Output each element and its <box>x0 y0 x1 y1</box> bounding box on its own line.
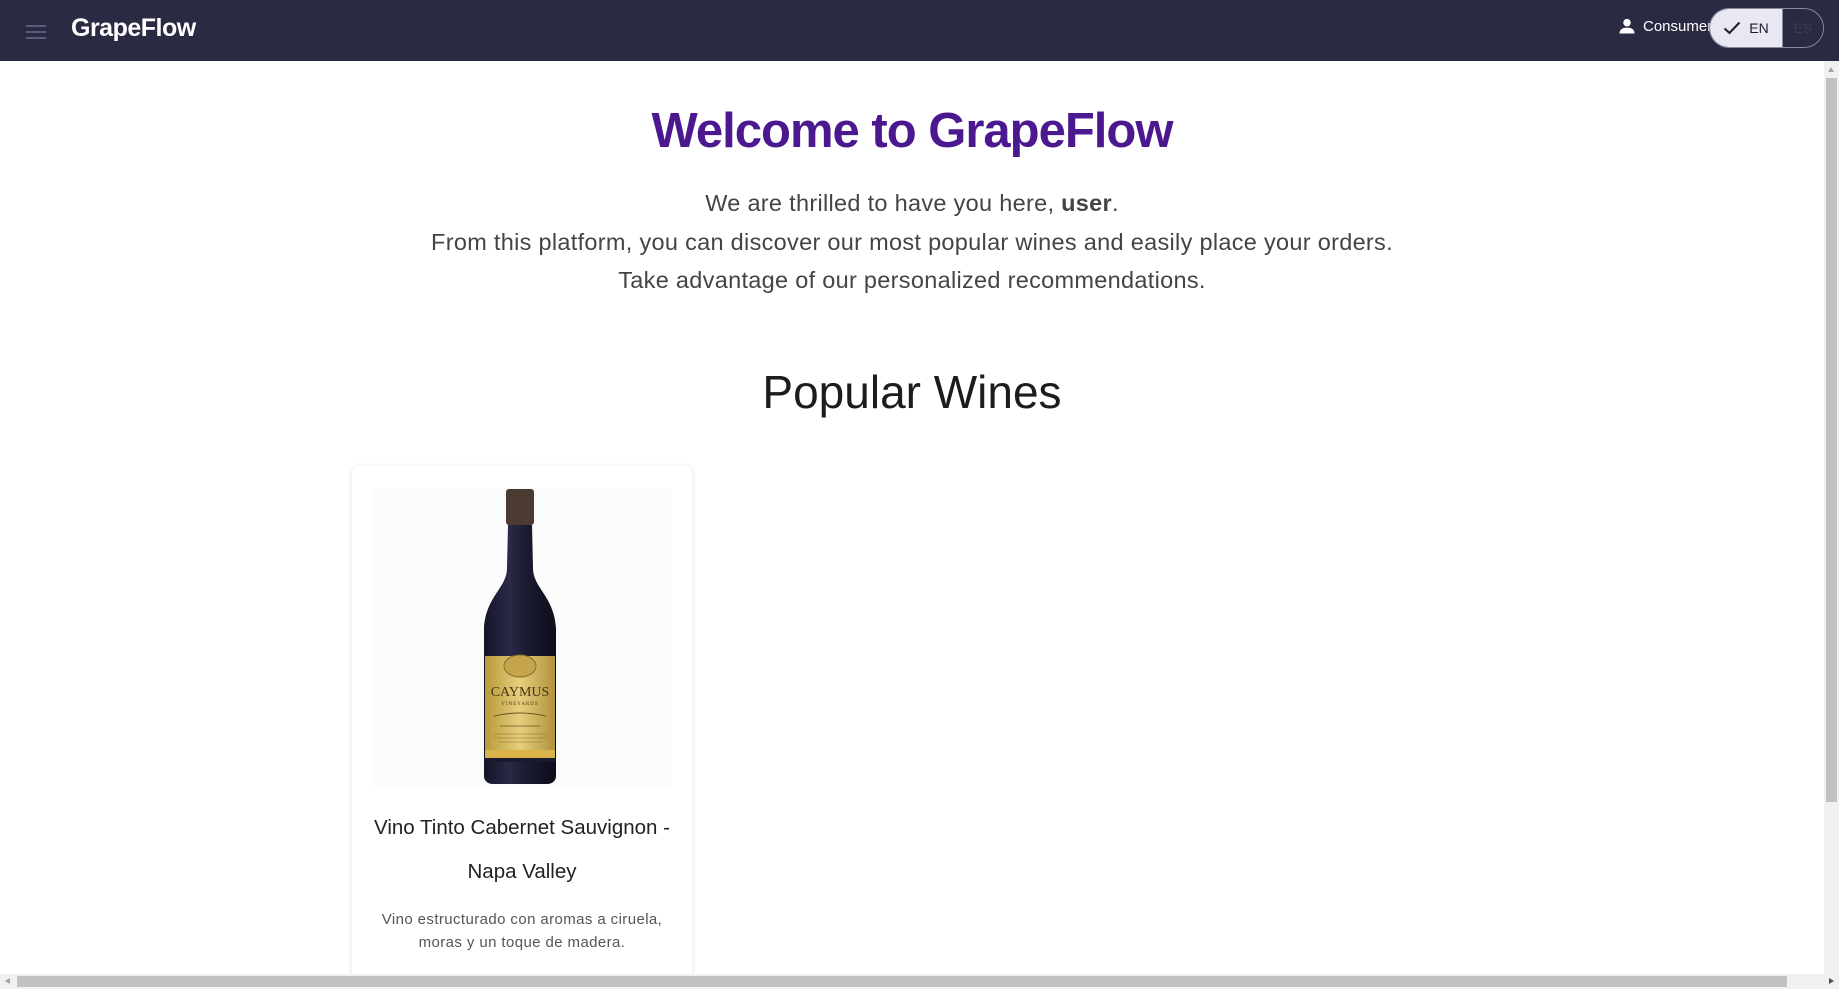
scroll-left-arrow-icon[interactable] <box>5 978 10 984</box>
scroll-right-arrow-icon[interactable] <box>1829 978 1834 984</box>
horizontal-scrollbar[interactable] <box>0 974 1839 989</box>
person-icon <box>1619 18 1635 34</box>
top-toolbar: GrapeFlow Consumer EN ES <box>0 0 1839 61</box>
language-en-button[interactable]: EN <box>1710 9 1783 47</box>
bottle-label-sub: VINEYARDS <box>501 702 538 707</box>
wine-card[interactable]: CAYMUS VINEYARDS Vino Tinto Cabernet Sau… <box>352 466 692 974</box>
wine-bottle-image[interactable]: CAYMUS VINEYARDS <box>372 488 672 786</box>
wine-bottle-illustration: CAYMUS VINEYARDS <box>484 489 556 784</box>
language-en-label: EN <box>1749 20 1769 36</box>
bottle-label-brand: CAYMUS <box>491 685 550 700</box>
welcome-intro: We are thrilled to have you here, user. … <box>0 184 1824 300</box>
check-icon <box>1724 21 1741 35</box>
welcome-title: Welcome to GrapeFlow <box>651 104 1174 158</box>
scroll-up-arrow-icon[interactable] <box>1828 67 1834 72</box>
wine-description: Vino estructurado con aromas a ciruela, … <box>381 911 663 951</box>
user-role-label: Consumer <box>1643 17 1713 35</box>
wine-name[interactable]: Vino Tinto Cabernet Sauvignon - Napa Val… <box>364 806 680 894</box>
main-content: Welcome to GrapeFlow We are thrilled to … <box>0 61 1824 974</box>
welcome-line-2: From this platform, you can discover our… <box>431 228 1393 255</box>
horizontal-scrollbar-thumb[interactable] <box>17 976 1787 987</box>
welcome-line-3: Take advantage of our personalized recom… <box>618 267 1206 293</box>
language-es-label: ES <box>1793 20 1813 36</box>
vertical-scrollbar-thumb[interactable] <box>1826 78 1837 802</box>
welcome-line-1: We are thrilled to have you here, user. <box>0 184 1824 223</box>
language-toggle: EN ES <box>1709 8 1824 48</box>
welcome-line-1-prefix: We are thrilled to have you here, <box>705 190 1062 216</box>
username: user <box>1061 190 1112 216</box>
user-account-button[interactable]: Consumer <box>1617 16 1712 36</box>
vertical-scrollbar[interactable] <box>1824 61 1839 974</box>
popular-wines-title: Popular Wines <box>762 366 1062 418</box>
language-es-button[interactable]: ES <box>1783 9 1823 47</box>
brand-logo[interactable]: GrapeFlow <box>71 14 196 43</box>
welcome-line-1-suffix: . <box>1111 190 1119 216</box>
hamburger-menu-icon[interactable] <box>22 20 50 44</box>
